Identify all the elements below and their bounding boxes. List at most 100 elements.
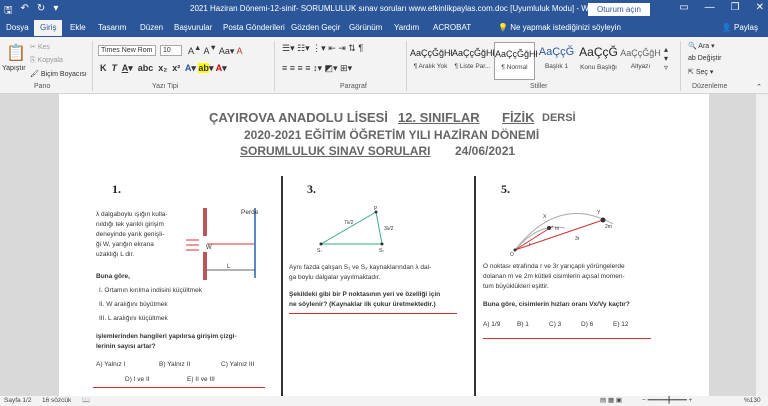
svg-text:X: X	[543, 214, 547, 220]
paste-button[interactable]: Yapıştır	[2, 65, 26, 72]
font-name-box[interactable]: Times New Rom	[98, 45, 156, 56]
proofing-icon[interactable]: 📖	[82, 396, 90, 404]
view-buttons[interactable]: ▤ ▦ ▣	[600, 396, 622, 404]
tab-references[interactable]: Başvurular	[174, 23, 212, 32]
column-divider	[474, 176, 476, 396]
question-1-text: lerinin sayısı artar?	[96, 343, 156, 350]
svg-text:L: L	[227, 264, 231, 270]
cut-button[interactable]: ✂ Kes	[30, 43, 50, 51]
tab-design[interactable]: Tasarım	[98, 23, 126, 32]
find-button[interactable]: 🔍 Ara ▾	[688, 42, 715, 50]
minimize-icon[interactable]: —	[705, 2, 715, 13]
select-button[interactable]: ⇱ Seç ▾	[688, 68, 713, 76]
question-1-line: nıldığı tek yarıklı girişim	[96, 221, 164, 228]
close-icon[interactable]: ✕	[756, 2, 764, 13]
replace-button[interactable]: ab Değiştir	[688, 55, 721, 62]
document-area[interactable]: ÇAYIROVA ANADOLU LİSESİ 12. SINIFLAR FİZ…	[0, 94, 768, 396]
sign-in-button[interactable]: Oturum açın	[588, 3, 650, 16]
format-painter-button[interactable]: 🖌 Biçim Boyacısı	[30, 70, 87, 78]
tab-help[interactable]: Yardım	[394, 23, 419, 32]
format-buttons[interactable]: K T A▾ abc x₂ x² A▾ ab▾ A▾	[100, 63, 227, 74]
page-count[interactable]: Sayfa 1/2	[4, 397, 31, 404]
window-title: 2021 Haziran Dönemi-12-sinif- SORUMLULUK…	[190, 4, 601, 13]
answer-option: B) Yalnız II	[159, 361, 191, 368]
period-text: 2020-2021 EĞİTİM ÖĞRETİM YILI HAZİRAN DÖ…	[244, 128, 540, 142]
share-button[interactable]: 👤 Paylaş	[722, 23, 758, 32]
replace-icon: ab	[688, 55, 698, 62]
zoom-level[interactable]: %130	[744, 397, 761, 404]
orbit-diagram: O X m r Y 2m 3r	[510, 210, 614, 256]
style-list-paragraph[interactable]: AaÇçĞğHł ¶ Liste Par...	[452, 42, 495, 80]
clipboard-label: Pano	[34, 83, 51, 90]
question-5-number: 5.	[501, 182, 510, 196]
subject-text: FİZİK	[502, 110, 535, 125]
status-bar: Sayfa 1/2 16 sözcük 📖 ▤ ▦ ▣ − ━━━━━╋━━━━…	[0, 396, 768, 406]
tab-review[interactable]: Gözden Geçir	[291, 23, 340, 32]
question-1-line: ği W, yarığın ekrana	[96, 241, 154, 248]
styles-scroll-icon[interactable]: ▴ ▾ ▿	[664, 45, 668, 72]
question-5-line: O noktası etrafında r ve 3r yarıçaplı yö…	[483, 263, 625, 270]
font-label: Yazı Tipi	[152, 83, 179, 90]
tab-layout[interactable]: Düzen	[140, 23, 163, 32]
question-5-text: Buna göre, cisimlerin hızları oranı Vx/V…	[483, 301, 630, 308]
svg-text:W: W	[206, 245, 212, 251]
undo-icon[interactable]: ↶	[21, 3, 29, 20]
question-5-line: tum büyüklükleri eşittir.	[483, 283, 549, 290]
answer-option: D) 6	[581, 321, 594, 328]
lightbulb-icon: 💡	[498, 23, 511, 32]
ribbon-display-icon[interactable]: ▭	[679, 2, 688, 13]
align-buttons[interactable]: ≡ ≡ ≡ ≡ ↕▾ ◩▾ ⊞▾	[282, 63, 352, 74]
question-1-line: uzaklığı L dir.	[96, 251, 135, 258]
svg-text:Y: Y	[597, 210, 601, 216]
exam-text: SORUMLULUK SINAV SORULARI	[240, 144, 431, 158]
style-normal[interactable]: AaÇçĞğHł ¶ Normal	[494, 42, 538, 80]
maximize-icon[interactable]: ❐	[731, 2, 740, 13]
copy-button[interactable]: ⎘ Kopyala	[30, 57, 63, 65]
word-count[interactable]: 16 sözcük	[42, 397, 71, 404]
tab-file[interactable]: Dosya	[6, 23, 29, 32]
tab-acrobat[interactable]: ACROBAT	[433, 23, 471, 32]
svg-text:O: O	[510, 252, 514, 256]
vertical-scrollbar[interactable]	[756, 94, 768, 396]
cursor-icon: ⇱	[688, 69, 696, 76]
answer-option: A) 1/9	[483, 321, 501, 328]
svg-text:S₂: S₂	[379, 248, 384, 252]
paragraph-label: Paragraf	[340, 83, 367, 90]
redo-icon[interactable]: ↻	[37, 3, 45, 20]
question-3-line: Aynı fazda çalışan S₁ ve S₂ kaynaklarınd…	[289, 264, 432, 271]
tell-me-search[interactable]: 💡 Ne yapmak istediğinizi söyleyin	[498, 23, 621, 32]
tab-view[interactable]: Görünüm	[349, 23, 382, 32]
collapse-ribbon-icon[interactable]: ⌃	[756, 83, 762, 91]
style-subtitle[interactable]: AaÇçĞğH Altyazı	[620, 42, 661, 80]
lesson-text: DERSİ	[542, 112, 576, 124]
font-size-box[interactable]: 10	[160, 45, 182, 56]
save-icon[interactable]: 🖫	[4, 3, 13, 20]
list-buttons[interactable]: ☰▾ ☷▾ ⋮▾ ⇤ ⇥ ⇅ ¶	[282, 43, 363, 54]
brush-icon: 🖌	[30, 71, 41, 78]
style-no-spacing[interactable]: AaÇçĞğHł ¶ Aralık Yok	[410, 42, 453, 80]
style-title[interactable]: AaÇçĞ Konu Başlığı	[578, 42, 619, 80]
ribbon: 📋 Yapıştır ✂ Kes ⎘ Kopyala 🖌 Biçim Boyac…	[0, 37, 768, 94]
svg-text:2m: 2m	[605, 224, 612, 230]
question-3-text: ne söylenir? (Kaynaklar ilk çukur üretme…	[289, 301, 436, 308]
zoom-slider[interactable]: − ━━━━━╋━━━━ +	[642, 396, 692, 404]
document-page[interactable]: ÇAYIROVA ANADOLU LİSESİ 12. SINIFLAR FİZ…	[59, 94, 709, 396]
svg-text:7λ/2: 7λ/2	[344, 220, 354, 226]
paste-icon[interactable]: 📋	[6, 43, 26, 63]
question-3-text: Şekildeki gibi bir P noktasının yeri ve …	[289, 291, 441, 298]
question-1-line: λ dalgaboylu ışığın kulla-	[96, 211, 168, 218]
answer-option: B) 1	[517, 321, 529, 328]
tab-insert[interactable]: Ekle	[70, 23, 86, 32]
question-1-option: I. Ortamın kırılma indisini küçültmek	[99, 287, 202, 294]
question-1-line: deneyinde yarık genişli-	[96, 231, 165, 238]
font-grow-shrink[interactable]: A▲ A▼ Aa▾ A	[188, 43, 242, 57]
tab-home[interactable]: Giriş	[34, 20, 63, 36]
question-1-number: 1.	[112, 182, 121, 196]
style-heading-1[interactable]: AaÇçĞ Başlık 1	[536, 42, 577, 80]
tab-mailings[interactable]: Posta Gönderileri	[223, 23, 285, 32]
styles-label: Stiller	[530, 83, 548, 90]
customize-icon[interactable]: ▾	[53, 3, 58, 20]
quick-access-toolbar: 🖫 ↶ ↻ ▾	[4, 3, 58, 20]
single-slit-diagram: W L	[186, 208, 256, 280]
answer-option: D) I ve II	[125, 376, 150, 383]
